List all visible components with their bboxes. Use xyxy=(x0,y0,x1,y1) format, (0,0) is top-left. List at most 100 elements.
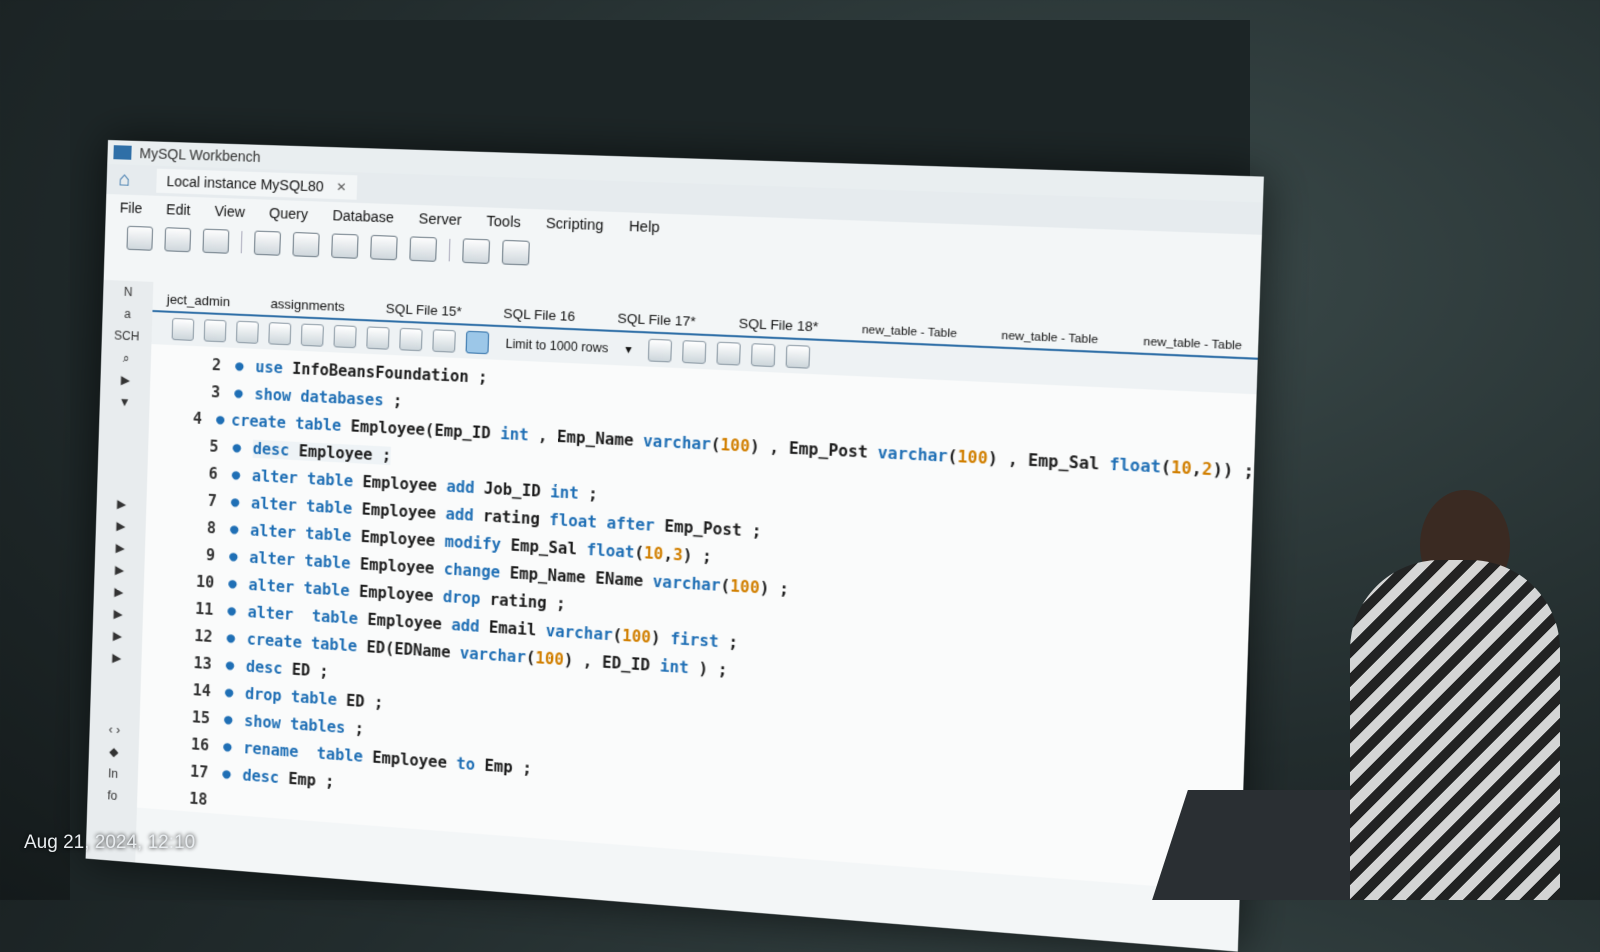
tab-sql-file-15[interactable]: SQL File 15* xyxy=(379,300,468,323)
expand-arrow-icon[interactable]: ▶ xyxy=(92,623,142,648)
tab-sql-file-18[interactable]: SQL File 18* xyxy=(732,315,825,339)
mysql-workbench-window: MySQL Workbench ⌂ Local instance MySQL80… xyxy=(85,140,1264,952)
expand-arrow-icon[interactable]: ▶ xyxy=(94,579,144,604)
expand-arrow-icon[interactable]: ▶ xyxy=(95,535,145,560)
sql-keyword: show tables xyxy=(243,711,355,738)
search-table-data-icon[interactable] xyxy=(462,238,491,264)
wrap-icon[interactable] xyxy=(786,344,811,369)
menu-file[interactable]: File xyxy=(120,199,143,216)
tab-new-table-1[interactable]: new_table - Table xyxy=(855,323,964,344)
save-icon[interactable] xyxy=(203,319,227,343)
sql-keyword: drop xyxy=(442,587,491,609)
line-number: 17 xyxy=(189,761,209,782)
statement-dot-icon: ● xyxy=(225,656,235,674)
info-icon[interactable] xyxy=(202,228,230,254)
expand-arrow-icon[interactable]: ▶ xyxy=(100,368,150,392)
sql-text: Employee xyxy=(358,581,444,606)
expand-arrow-icon[interactable]: ▶ xyxy=(96,492,146,517)
close-icon[interactable]: ✕ xyxy=(336,180,347,195)
sql-number: 100 xyxy=(720,435,751,456)
autocommit-icon[interactable] xyxy=(465,330,490,355)
line-number: 3 xyxy=(210,382,221,402)
tab-new-table-2[interactable]: new_table - Table xyxy=(994,329,1105,351)
code-text: show tables ; xyxy=(244,711,364,738)
sql-text: Employee xyxy=(360,527,445,551)
toggle-error-icon[interactable] xyxy=(366,326,390,350)
db-create-table-icon[interactable] xyxy=(292,231,320,258)
menu-server[interactable]: Server xyxy=(418,210,461,228)
menu-query[interactable]: Query xyxy=(269,205,308,223)
db-create-view-icon[interactable] xyxy=(331,233,359,259)
db-create-function-icon[interactable] xyxy=(409,236,437,262)
execute-icon[interactable] xyxy=(235,320,259,344)
expand-arrow-icon[interactable]: ▶ xyxy=(94,557,144,582)
connection-tab[interactable]: Local instance MySQL80 ✕ xyxy=(156,168,358,200)
reconnect-icon[interactable] xyxy=(501,239,530,266)
line-number: 2 xyxy=(211,355,222,374)
sql-text: , xyxy=(1191,458,1203,479)
expand-arrow-icon[interactable]: ▶ xyxy=(96,514,146,539)
tab-assignments[interactable]: assignments xyxy=(264,296,351,319)
line-number: 9 xyxy=(205,545,216,565)
sql-number: 100 xyxy=(621,625,652,647)
menu-help[interactable]: Help xyxy=(629,218,660,236)
sql-text: rating ; xyxy=(489,589,566,614)
statement-dot-icon: ● xyxy=(234,384,244,402)
explain-icon[interactable] xyxy=(300,323,324,347)
tab-sql-file-17[interactable]: SQL File 17* xyxy=(611,310,703,334)
commit-icon[interactable] xyxy=(399,327,423,352)
sql-text: Employee xyxy=(359,554,444,578)
code-text: desc ED ; xyxy=(246,657,329,681)
sql-keyword: add xyxy=(446,476,485,498)
statement-dot-icon: ● xyxy=(228,575,238,592)
db-create-procedure-icon[interactable] xyxy=(370,234,398,261)
statement-dot-icon: ● xyxy=(222,765,232,782)
db-create-schema-icon[interactable] xyxy=(253,230,281,256)
sidebar-label-n: N xyxy=(123,284,133,300)
menu-tools[interactable]: Tools xyxy=(486,213,521,231)
sidebar-label-fo: fo xyxy=(107,788,118,804)
invisible-chars-icon[interactable] xyxy=(751,343,776,368)
sql-number: 100 xyxy=(730,576,760,597)
sql-editor[interactable]: 2 ● use InfoBeansFoundation ; 3 ● show databa… xyxy=(136,344,1257,893)
folder-open-icon[interactable] xyxy=(171,317,195,341)
bookmark-icon[interactable] xyxy=(648,338,673,363)
sql-text: ) ; xyxy=(688,658,728,680)
sql-text: ) , Emp_Sal xyxy=(987,448,1110,474)
menu-scripting[interactable]: Scripting xyxy=(546,215,604,234)
home-icon[interactable]: ⌂ xyxy=(118,168,138,190)
stop-icon[interactable] xyxy=(333,324,357,349)
expand-arrow-icon[interactable]: ▶ xyxy=(93,601,143,626)
rollback-icon[interactable] xyxy=(432,329,456,353)
sql-text: Emp_Name EName xyxy=(509,563,654,591)
sql-open-icon[interactable] xyxy=(164,227,192,253)
search-icon[interactable]: ⌕ xyxy=(101,346,151,370)
sql-keyword: varchar xyxy=(877,442,948,466)
menu-view[interactable]: View xyxy=(214,203,245,220)
find-icon[interactable] xyxy=(716,341,742,366)
beautify-icon[interactable] xyxy=(682,340,707,365)
limit-rows-select[interactable]: Limit to 1000 rows ▾ xyxy=(499,334,638,359)
line-number: 8 xyxy=(206,518,217,537)
menu-edit[interactable]: Edit xyxy=(166,201,191,218)
tab-new-table-3[interactable]: new_table - Table xyxy=(1136,335,1249,357)
sql-keyword: alter table xyxy=(251,466,363,491)
window-title: MySQL Workbench xyxy=(139,145,261,166)
sql-keyword: to xyxy=(456,753,485,775)
line-number: 18 xyxy=(188,788,208,809)
tab-ject-admin[interactable]: ject_admin xyxy=(160,291,236,313)
tab-sql-file-16[interactable]: SQL File 16 xyxy=(497,305,582,328)
sql-text: ) xyxy=(650,627,671,648)
expand-arrow-icon[interactable]: ▶ xyxy=(92,645,142,670)
sql-new-tab-icon[interactable] xyxy=(126,225,154,251)
sql-text: Employee xyxy=(367,609,452,634)
sidebar-label-schemas: SCH xyxy=(113,328,140,344)
execute-current-icon[interactable] xyxy=(268,322,292,346)
menu-database[interactable]: Database xyxy=(332,207,394,225)
code-text: show databases ; xyxy=(254,385,402,410)
code-text: desc Employee ; xyxy=(252,439,392,465)
collapse-arrow-icon[interactable]: ▼ xyxy=(100,390,150,414)
line-number: 4 xyxy=(192,408,203,428)
sql-text: Employee xyxy=(371,747,457,773)
line-number: 5 xyxy=(209,436,219,456)
